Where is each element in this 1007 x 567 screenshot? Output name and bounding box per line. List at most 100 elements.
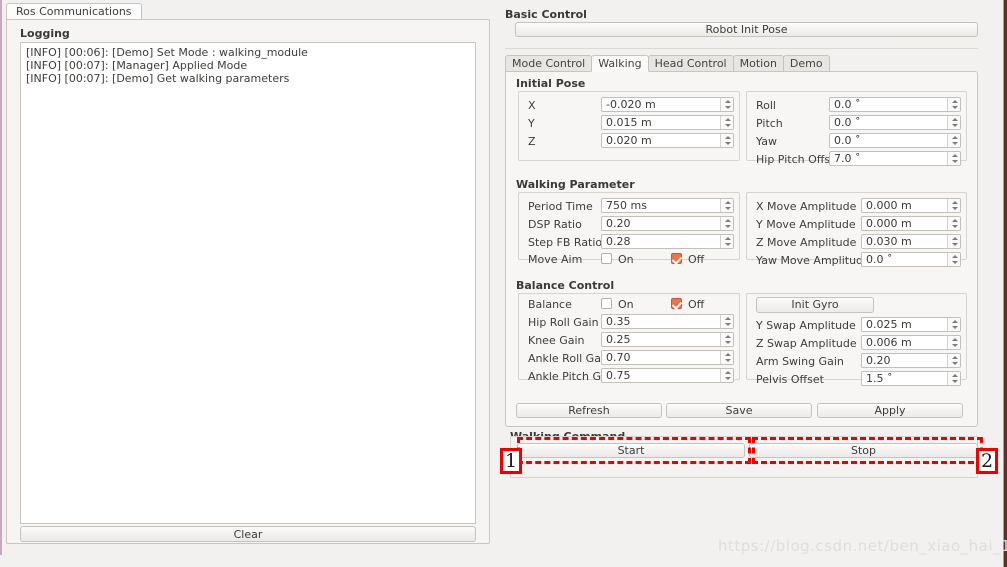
spinbox-value: 0.020 m	[606, 134, 652, 147]
spinbox[interactable]: 750 ms	[601, 198, 734, 213]
spinbox-arrows-icon[interactable]	[947, 372, 960, 385]
move-aim-off-label: Off	[688, 253, 705, 266]
spinbox-arrows-icon[interactable]	[947, 217, 960, 230]
spinbox[interactable]: 0.35	[601, 314, 734, 329]
tab-mode-control[interactable]: Mode Control	[505, 55, 593, 72]
spinbox-value: 0.000 m	[866, 199, 912, 212]
spinbox[interactable]: 0.0 ˚	[829, 115, 961, 130]
spinbox-value: 0.0 ˚	[866, 253, 893, 266]
spinbox[interactable]: 0.000 m	[861, 198, 961, 213]
spinbox-arrows-icon[interactable]	[947, 336, 960, 349]
move-aim-off-checkbox[interactable]	[671, 253, 682, 264]
field-label: Roll	[756, 99, 776, 112]
log-line: [INFO] [00:06]: [Demo] Set Mode : walkin…	[26, 46, 308, 59]
field-label: X	[528, 99, 536, 112]
spinbox[interactable]: 0.25	[601, 332, 734, 347]
move-aim-on-checkbox[interactable]	[601, 253, 612, 264]
window-left-edge	[0, 0, 2, 555]
spinbox[interactable]: 1.5 ˚	[861, 371, 961, 386]
field-label: Z Swap Amplitude	[756, 337, 857, 350]
spinbox-value: 0.025 m	[866, 318, 912, 331]
spinbox-arrows-icon[interactable]	[720, 116, 733, 129]
tab-ros-communications[interactable]: Ros Communications	[6, 3, 142, 20]
balance-on-label: On	[618, 298, 634, 311]
spinbox[interactable]: 0.025 m	[861, 317, 961, 332]
spinbox-value: 0.0 ˚	[834, 134, 861, 147]
spinbox-arrows-icon[interactable]	[720, 98, 733, 111]
spinbox-arrows-icon[interactable]	[720, 315, 733, 328]
spinbox-value: 0.0 ˚	[834, 98, 861, 111]
spinbox-arrows-icon[interactable]	[720, 217, 733, 230]
log-output[interactable]: [INFO] [00:06]: [Demo] Set Mode : walkin…	[20, 42, 476, 524]
spinbox[interactable]: 7.0 ˚	[829, 151, 961, 166]
spinbox-arrows-icon[interactable]	[947, 235, 960, 248]
spinbox[interactable]: 0.75	[601, 368, 734, 383]
spinbox-arrows-icon[interactable]	[720, 235, 733, 248]
field-label: Period Time	[528, 200, 593, 213]
spinbox-value: 0.015 m	[606, 116, 652, 129]
spinbox-arrows-icon[interactable]	[720, 369, 733, 382]
robot-init-pose-button[interactable]: Robot Init Pose	[515, 22, 978, 37]
refresh-button[interactable]: Refresh	[516, 403, 662, 418]
stop-button[interactable]: Stop	[749, 443, 978, 458]
spinbox-arrows-icon[interactable]	[947, 152, 960, 165]
field-label: Z Move Amplitude	[756, 236, 857, 249]
spinbox-value: 750 ms	[606, 199, 647, 212]
save-button[interactable]: Save	[666, 403, 812, 418]
clear-button[interactable]: Clear	[20, 526, 476, 542]
spinbox-value: -0.020 m	[606, 98, 656, 111]
spinbox-arrows-icon[interactable]	[720, 199, 733, 212]
spinbox-value: 0.20	[866, 354, 891, 367]
tab-head-control[interactable]: Head Control	[647, 55, 734, 72]
spinbox[interactable]: 0.030 m	[861, 234, 961, 249]
spinbox[interactable]: 0.20	[861, 353, 961, 368]
start-button[interactable]: Start	[517, 443, 745, 458]
spinbox-value: 0.28	[606, 235, 631, 248]
field-label: Ankle Roll Gain	[528, 352, 611, 365]
spinbox[interactable]: 0.28	[601, 234, 734, 249]
spinbox[interactable]: 0.0 ˚	[829, 97, 961, 112]
spinbox-arrows-icon[interactable]	[947, 354, 960, 367]
field-label: Pitch	[756, 117, 783, 130]
spinbox-arrows-icon[interactable]	[947, 116, 960, 129]
left-tabbar: Ros Communications	[6, 2, 142, 20]
balance-off-label: Off	[688, 298, 705, 311]
walking-parameter-title: Walking Parameter	[516, 178, 635, 191]
spinbox-value: 0.030 m	[866, 235, 912, 248]
field-label: Z	[528, 135, 536, 148]
spinbox-arrows-icon[interactable]	[947, 318, 960, 331]
spinbox[interactable]: 0.020 m	[601, 133, 734, 148]
initial-pose-title: Initial Pose	[516, 77, 586, 90]
tab-motion[interactable]: Motion	[732, 55, 784, 72]
spinbox-arrows-icon[interactable]	[720, 351, 733, 364]
spinbox[interactable]: 0.000 m	[861, 216, 961, 231]
balance-off-checkbox[interactable]	[671, 298, 682, 309]
log-line: [INFO] [00:07]: [Demo] Get walking param…	[26, 72, 290, 85]
spinbox[interactable]: 0.0 ˚	[829, 133, 961, 148]
annotation-badge-1: 1	[500, 448, 522, 474]
spinbox-value: 0.20	[606, 217, 631, 230]
spinbox[interactable]: 0.20	[601, 216, 734, 231]
application-window: Ros Communications Logging [INFO] [00:06…	[0, 0, 1007, 567]
spinbox-arrows-icon[interactable]	[947, 253, 960, 266]
balance-on-checkbox[interactable]	[601, 298, 612, 309]
spinbox[interactable]: 0.015 m	[601, 115, 734, 130]
control-tabbar: Mode Control Walking Head Control Motion Dem…	[505, 55, 830, 72]
spinbox-arrows-icon[interactable]	[947, 134, 960, 147]
spinbox[interactable]: 0.006 m	[861, 335, 961, 350]
spinbox-arrows-icon[interactable]	[720, 134, 733, 147]
spinbox-arrows-icon[interactable]	[947, 199, 960, 212]
field-label: Pelvis Offset	[756, 373, 824, 386]
spinbox-arrows-icon[interactable]	[947, 98, 960, 111]
tab-walking[interactable]: Walking	[591, 55, 649, 72]
spinbox-value: 0.70	[606, 351, 631, 364]
spinbox[interactable]: 0.70	[601, 350, 734, 365]
tab-demo[interactable]: Demo	[782, 55, 830, 72]
apply-button[interactable]: Apply	[817, 403, 963, 418]
annotation-badge-2: 2	[976, 448, 998, 474]
spinbox[interactable]: 0.0 ˚	[861, 252, 961, 267]
init-gyro-button[interactable]: Init Gyro	[756, 297, 874, 313]
spinbox-arrows-icon[interactable]	[720, 333, 733, 346]
spinbox[interactable]: -0.020 m	[601, 97, 734, 112]
field-label: Y	[528, 117, 535, 130]
